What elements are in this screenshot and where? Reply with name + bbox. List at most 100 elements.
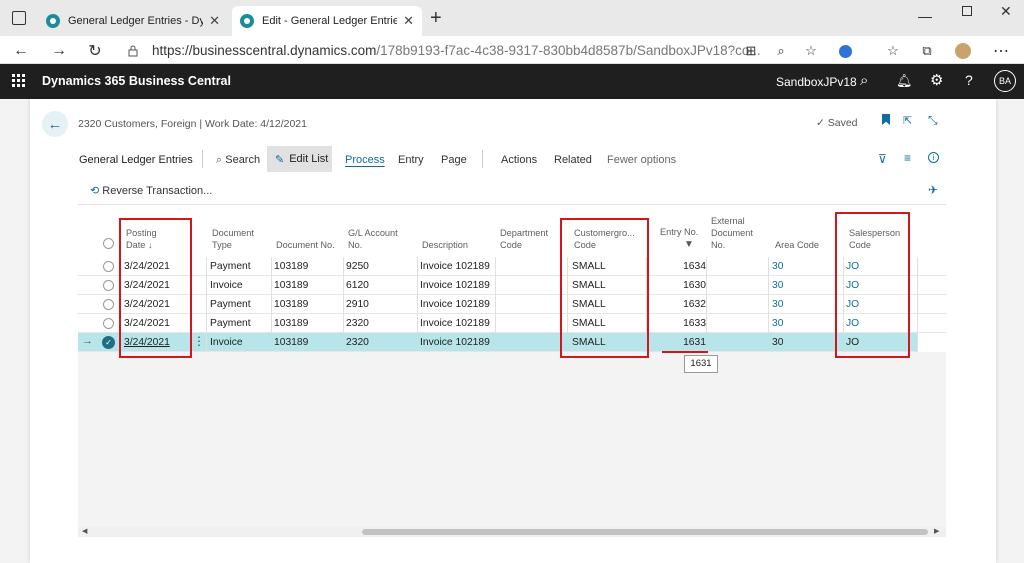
table-row-selected[interactable]: → ✓ 3/24/2021 ⋮ Invoice 103189 2320 Invo… [78,333,946,352]
toolbar-divider [202,150,203,168]
scrollbar-thumb[interactable] [362,529,928,535]
close-window-icon[interactable]: ✕ [1000,3,1012,20]
column-header-description[interactable]: Description [422,205,492,257]
scroll-left-icon[interactable]: ◀ [82,527,87,535]
table-row[interactable]: 3/24/2021 Invoice 103189 6120 Invoice 10… [78,276,946,295]
related-menu[interactable]: Related [554,154,592,166]
search-button[interactable]: ⌕ Search [216,154,260,167]
edit-list-button[interactable]: ✎ Edit List [267,146,332,172]
extension-icon[interactable] [834,40,856,62]
environment-name[interactable]: SandboxJPv18 [776,75,857,89]
cell-entry-no[interactable]: 1634 [672,257,706,276]
user-avatar[interactable]: BA [994,70,1016,92]
cell-area-code[interactable]: 30 [772,333,783,352]
cell-description[interactable]: Invoice 102189 [420,295,490,314]
minimize-icon[interactable] [918,10,932,24]
cell-entry-no[interactable]: 1632 [672,295,706,314]
back-button[interactable]: ← [42,111,68,137]
row-select-radio[interactable] [103,261,114,272]
help-icon[interactable]: ? [965,72,973,88]
cell-area-code[interactable]: 30 [772,314,783,333]
bookmark-icon[interactable] [882,114,890,125]
search-icon[interactable]: ⌕ [860,72,868,89]
cell-gl-account-no[interactable]: 2320 [346,314,369,333]
cell-description[interactable]: Invoice 102189 [420,276,490,295]
zoom-icon[interactable]: ⌕ [770,40,792,62]
filter-icon[interactable]: ⊽ [878,152,887,166]
cell-description[interactable]: Invoice 102189 [420,314,490,333]
favorites-icon[interactable]: ☆ [882,40,904,62]
cell-area-code[interactable]: 30 [772,276,783,295]
actions-menu[interactable]: Actions [501,154,537,166]
app-name[interactable]: Dynamics 365 Business Central [42,74,231,88]
cell-document-no[interactable]: 103189 [274,295,308,314]
column-header-gl-account-no[interactable]: G/L Account No. [348,205,418,257]
column-header-area-code[interactable]: Area Code [775,205,835,257]
cell-document-type[interactable]: Invoice [210,333,243,352]
tab-page[interactable]: Page [441,154,467,166]
maximize-icon[interactable] [962,6,972,16]
reverse-transaction-button[interactable]: ⟲ Reverse Transaction... [90,184,212,197]
tab-process[interactable]: Process [345,154,385,166]
notifications-icon[interactable]: 🔔︎ [896,73,913,89]
cell-document-type[interactable]: Payment [210,257,251,276]
cell-area-code[interactable]: 30 [772,295,783,314]
waffle-icon[interactable] [12,74,25,87]
cell-entry-no[interactable]: 1630 [672,276,706,295]
cell-document-no[interactable]: 103189 [274,257,308,276]
table-row[interactable]: 3/24/2021 Payment 103189 2320 Invoice 10… [78,314,946,333]
open-new-window-icon[interactable]: ⇱ [903,114,912,127]
column-header-external-document-no[interactable]: External Document No. [711,205,771,257]
row-select-radio[interactable] [103,318,114,329]
settings-gear-icon[interactable]: ⚙ [930,71,943,89]
cell-entry-no[interactable]: 1633 [672,314,706,333]
tab-actions-icon[interactable] [12,11,26,25]
new-tab-button[interactable]: + [430,7,442,30]
cell-document-type[interactable]: Payment [210,314,251,333]
collapse-icon[interactable]: ⤡ [928,113,938,128]
cell-gl-account-no[interactable]: 2320 [346,333,369,352]
column-header-document-no[interactable]: Document No. [276,205,346,257]
cell-document-no[interactable]: 103189 [274,276,308,295]
info-icon[interactable]: i [928,152,939,163]
horizontal-scrollbar[interactable]: ◀ ▶ [78,527,946,537]
app-available-icon[interactable]: ⊞ [740,40,762,62]
cell-description[interactable]: Invoice 102189 [420,257,490,276]
cell-document-type[interactable]: Invoice [210,276,243,295]
cell-document-no[interactable]: 103189 [274,333,308,352]
cell-area-code[interactable]: 30 [772,257,783,276]
list-view-icon[interactable]: ≡ [904,151,911,165]
cell-gl-account-no[interactable]: 6120 [346,276,369,295]
active-cell-underline [662,351,708,353]
close-tab-icon[interactable]: ✕ [403,13,414,29]
more-menu-icon[interactable]: ⋯ [990,40,1012,62]
cell-document-type[interactable]: Payment [210,295,251,314]
cell-gl-account-no[interactable]: 9250 [346,257,369,276]
cell-document-no[interactable]: 103189 [274,314,308,333]
column-header-document-type[interactable]: Document Type [212,205,272,257]
back-icon[interactable]: ← [10,40,32,62]
forward-icon[interactable]: → [48,40,70,62]
cell-gl-account-no[interactable]: 2910 [346,295,369,314]
scroll-right-icon[interactable]: ▶ [934,527,939,535]
row-select-radio[interactable] [103,299,114,310]
select-all-checkbox[interactable] [103,238,114,249]
table-row[interactable]: 3/24/2021 Payment 103189 2910 Invoice 10… [78,295,946,314]
cell-entry-no[interactable]: 1631 [672,333,706,352]
fewer-options-button[interactable]: Fewer options [607,154,676,166]
browser-tab-1[interactable]: General Ledger Entries - Dynami ✕ [38,6,228,36]
favorite-add-icon[interactable]: ☆ [800,40,822,62]
pin-icon[interactable]: ✈ [928,183,938,197]
table-row[interactable]: 3/24/2021 Payment 103189 9250 Invoice 10… [78,257,946,276]
close-tab-icon[interactable]: ✕ [209,13,220,29]
row-actions-icon[interactable]: ⋮ [193,334,205,348]
browser-tab-2[interactable]: Edit - General Ledger Entries - 9 ✕ [232,6,422,36]
cell-description[interactable]: Invoice 102189 [420,333,490,352]
profile-avatar-icon[interactable] [952,40,974,62]
refresh-icon[interactable]: ↻ [84,40,106,62]
row-select-radio[interactable] [103,280,114,291]
row-selected-check-icon[interactable]: ✓ [102,336,115,349]
browser-tab-bar: General Ledger Entries - Dynami ✕ Edit -… [0,0,1024,36]
collections-icon[interactable]: ⧉ [916,40,938,62]
tab-entry[interactable]: Entry [398,154,424,166]
